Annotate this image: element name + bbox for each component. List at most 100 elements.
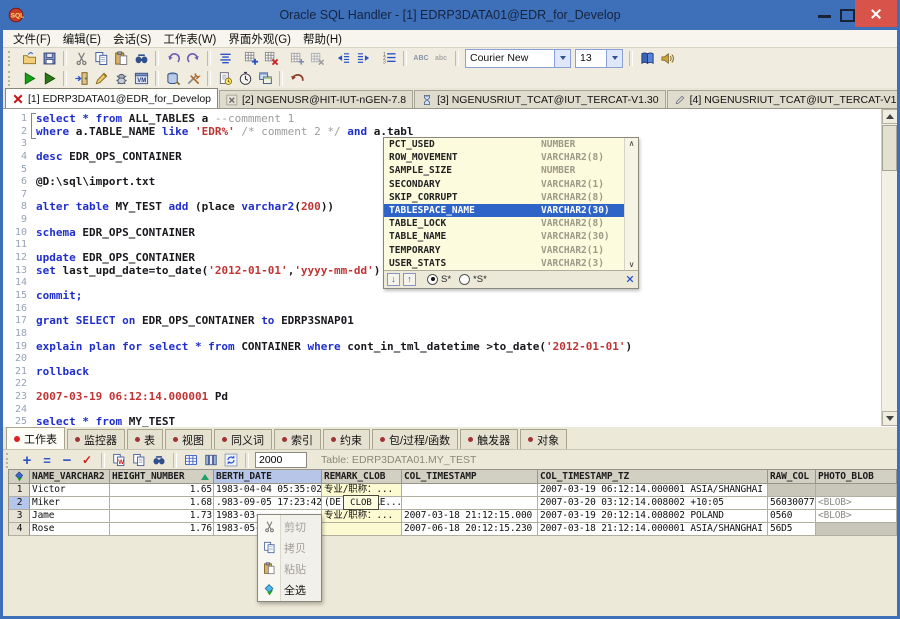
autocomplete-item[interactable]: TABLESPACE_NAMEVARCHAR2(30): [384, 204, 638, 217]
font-size-select[interactable]: 13: [575, 49, 623, 68]
grid-cell[interactable]: 1.68: [110, 497, 214, 510]
popup-close-button[interactable]: [625, 274, 635, 284]
db-browser-button[interactable]: [163, 69, 183, 87]
grid-cell[interactable]: [816, 523, 897, 536]
autocomplete-item[interactable]: SKIP_CORRUPTVARCHAR2(8): [384, 191, 638, 204]
context-menu-item-enabled[interactable]: 全选: [258, 579, 321, 600]
autocomplete-item[interactable]: TABLE_NAMEVARCHAR2(30): [384, 230, 638, 243]
find-button[interactable]: [131, 49, 151, 67]
menu-item-1[interactable]: 文件(F): [7, 31, 57, 47]
editor-scrollbar[interactable]: [881, 109, 898, 426]
undo-button[interactable]: [163, 49, 183, 67]
grid-cell[interactable]: 56030077: [768, 497, 816, 510]
result-tab-9[interactable]: 触发器: [460, 429, 518, 449]
popup-scroll-up[interactable]: ∧: [626, 139, 637, 148]
select-all-header[interactable]: [8, 469, 30, 484]
font-family-select[interactable]: Courier New: [465, 49, 571, 68]
grid-cell[interactable]: Jame: [30, 510, 110, 523]
move-up-button[interactable]: ↑: [403, 273, 416, 286]
paste-button[interactable]: [111, 49, 131, 67]
row-number-cell[interactable]: 1: [8, 484, 30, 497]
autocomplete-item[interactable]: SECONDARYVARCHAR2(1): [384, 178, 638, 191]
delete-row-button[interactable]: [261, 49, 281, 67]
grid-cell[interactable]: 1.76: [110, 523, 214, 536]
tools-button[interactable]: [183, 69, 203, 87]
grid-cell[interactable]: 56D5: [768, 523, 816, 536]
save-button[interactable]: [39, 49, 59, 67]
insert-rec-button[interactable]: +: [17, 451, 37, 469]
run-button[interactable]: [19, 69, 39, 87]
open-file-button[interactable]: [19, 49, 39, 67]
column-header[interactable]: NAME_VARCHAR2: [30, 469, 110, 484]
disconnect-button[interactable]: [71, 69, 91, 87]
popup-scroll-down[interactable]: ∨: [626, 260, 637, 269]
line-numbers-button[interactable]: 123: [379, 49, 399, 67]
export-grid-button[interactable]: [181, 451, 201, 469]
scroll-thumb[interactable]: [882, 125, 897, 171]
result-tab-6[interactable]: 索引: [274, 429, 321, 449]
edit-button[interactable]: [91, 69, 111, 87]
result-tab-10[interactable]: 对象: [520, 429, 567, 449]
context-menu-item-disabled[interactable]: 粘贴: [258, 558, 321, 579]
grid-cell[interactable]: 2007-03-19 20:12:14.008002 POLAND: [538, 510, 768, 523]
delete-col-button[interactable]: [307, 49, 327, 67]
script-window-button[interactable]: VM: [131, 69, 151, 87]
row-number-cell[interactable]: 2: [8, 497, 30, 510]
grid-cell[interactable]: 1983-04-04 05:35:02: [214, 484, 322, 497]
grid-cell[interactable]: Rose: [30, 523, 110, 536]
result-tab-3[interactable]: 表: [127, 429, 163, 449]
column-header[interactable]: BERTH_DATE: [214, 469, 322, 484]
column-header[interactable]: COL_TIMESTAMP_TZ: [538, 469, 768, 484]
context-menu-item-disabled[interactable]: 拷贝: [258, 537, 321, 558]
column-header[interactable]: COL_TIMESTAMP: [402, 469, 538, 484]
lowercase-button[interactable]: abc: [431, 49, 451, 67]
autocomplete-item[interactable]: TABLE_LOCKVARCHAR2(8): [384, 217, 638, 230]
copy-where-button[interactable]: W: [109, 451, 129, 469]
column-header[interactable]: PHOTO_BLOB: [816, 469, 897, 484]
row-number-cell[interactable]: 3: [8, 510, 30, 523]
grid-cell[interactable]: 专业/职称：...: [322, 510, 402, 523]
row-number-cell[interactable]: 4: [8, 523, 30, 536]
grid-cell[interactable]: Miker: [30, 497, 110, 510]
autocomplete-item[interactable]: SAMPLE_SIZENUMBER: [384, 164, 638, 177]
match-mode-radio-2[interactable]: [459, 274, 470, 285]
apply-button[interactable]: ✓: [77, 451, 97, 469]
autocomplete-item[interactable]: TEMPORARYVARCHAR2(1): [384, 244, 638, 257]
autocomplete-item[interactable]: USER_STATSVARCHAR2(3): [384, 257, 638, 270]
outdent-button[interactable]: [353, 49, 373, 67]
grid-cell[interactable]: [768, 484, 816, 497]
commit-button[interactable]: [215, 69, 235, 87]
refresh-button[interactable]: [221, 451, 241, 469]
format-button[interactable]: [215, 49, 235, 67]
grid-cell[interactable]: 1.65: [110, 484, 214, 497]
menu-item-5[interactable]: 界面外观(G): [222, 31, 297, 47]
grid-cell[interactable]: [816, 484, 897, 497]
grid-cell[interactable]: 2007-03-18 21:12:15.000: [402, 510, 538, 523]
cut-button[interactable]: [71, 49, 91, 67]
minimize-button[interactable]: [818, 15, 831, 18]
menu-item-3[interactable]: 会话(S): [107, 31, 157, 47]
grid-cell[interactable]: 2007-03-18 21:12:14.000001 ASIA/SHANGHAI: [538, 523, 768, 536]
column-header[interactable]: HEIGHT_NUMBER: [110, 469, 214, 484]
result-tab-2[interactable]: 监控器: [67, 429, 125, 449]
column-header[interactable]: RAW_COL: [768, 469, 816, 484]
move-down-button[interactable]: ↓: [387, 273, 400, 286]
uppercase-button[interactable]: ABC: [411, 49, 431, 67]
scroll-down-button[interactable]: [882, 411, 898, 426]
grid-cell[interactable]: Victor: [30, 484, 110, 497]
redo-button[interactable]: [183, 49, 203, 67]
maximize-button[interactable]: [840, 9, 855, 22]
autocomplete-item[interactable]: ROW_MOVEMENTVARCHAR2(8): [384, 151, 638, 164]
menu-item-4[interactable]: 工作表(W): [157, 31, 222, 47]
popup-scrollbar[interactable]: ∧∨: [624, 138, 638, 270]
column-header[interactable]: REMARK_CLOB: [322, 469, 402, 484]
rollback-button[interactable]: [287, 69, 307, 87]
context-menu-item-disabled[interactable]: 剪切: [258, 516, 321, 537]
grid-cell[interactable]: .983-09-05 17:23:42: [214, 497, 322, 510]
columns-button[interactable]: [201, 451, 221, 469]
menu-item-2[interactable]: 编辑(E): [57, 31, 107, 47]
grid-cell[interactable]: [322, 523, 402, 536]
insert-row-button[interactable]: [241, 49, 261, 67]
result-tab-4[interactable]: 视图: [165, 429, 212, 449]
session-tab-2[interactable]: [2] NGENUSR@HIT-IUT-nGEN-7.8: [219, 90, 413, 108]
